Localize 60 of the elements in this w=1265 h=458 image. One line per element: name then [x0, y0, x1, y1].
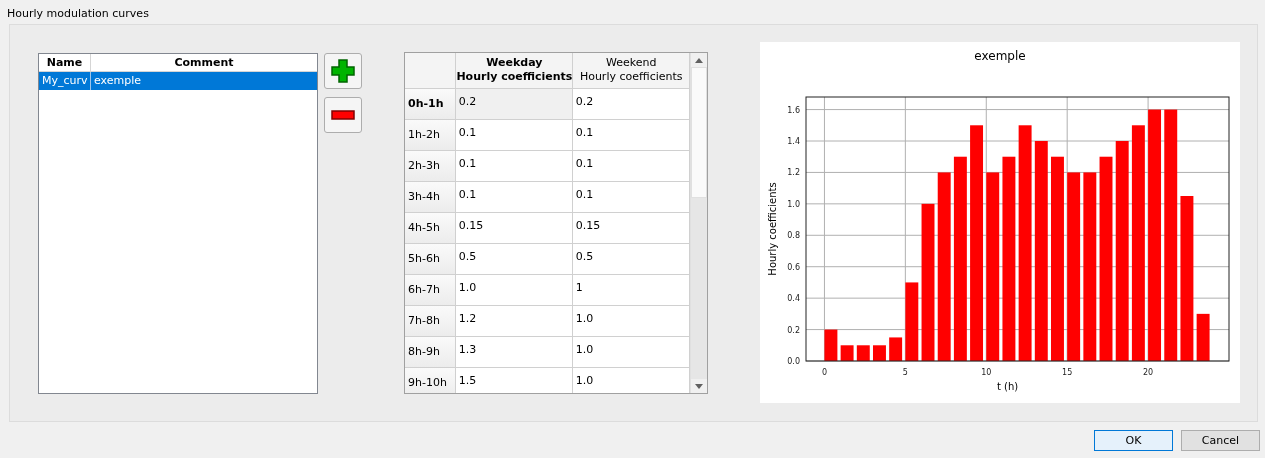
- table-cell[interactable]: 0.1: [455, 120, 573, 150]
- y-tick-label: 1.4: [787, 137, 800, 146]
- y-tick-label: 0.0: [787, 357, 800, 366]
- table-cell[interactable]: 0.15: [455, 213, 573, 243]
- y-tick-label: 0.2: [787, 325, 800, 335]
- chart-bar: [840, 345, 854, 361]
- column-header[interactable]: Name: [39, 54, 91, 71]
- x-tick-label: 20: [1143, 368, 1154, 377]
- y-tick-label: 0.4: [787, 294, 800, 304]
- ok-button[interactable]: OK: [1094, 430, 1173, 451]
- row-header[interactable]: 7h-8h: [405, 306, 456, 336]
- chart-bar: [856, 345, 870, 361]
- row-header[interactable]: 0h-1h: [405, 89, 456, 119]
- scrollbar-thumb[interactable]: [691, 67, 707, 198]
- chart-title: exemple: [974, 49, 1026, 63]
- x-tick-label: 0: [821, 368, 827, 377]
- remove-button[interactable]: [324, 97, 362, 133]
- chart-bar: [824, 329, 838, 361]
- plus-icon: [331, 59, 355, 83]
- y-axis-label: Hourly coefficients: [767, 182, 778, 276]
- table-cell-text: exemple: [93, 73, 143, 89]
- table-cell[interactable]: 1.3: [455, 337, 573, 367]
- cancel-button[interactable]: Cancel: [1181, 430, 1260, 451]
- row-header[interactable]: 6h-7h: [405, 275, 456, 305]
- curve-row[interactable]: My_curv exemple: [39, 72, 317, 90]
- scroll-down-icon[interactable]: [691, 379, 707, 393]
- y-tick-label: 0.6: [787, 262, 800, 272]
- table-cell[interactable]: 1.5: [455, 368, 573, 393]
- x-axis-label: t (h): [996, 381, 1019, 392]
- table-cell[interactable]: 1.0: [455, 275, 573, 305]
- row-header[interactable]: 9h-10h: [405, 368, 456, 393]
- window-title: Hourly modulation curves: [6, 6, 150, 21]
- row-header[interactable]: 3h-4h: [405, 182, 456, 212]
- table-cell[interactable]: 0.2: [455, 89, 573, 119]
- row-header[interactable]: 8h-9h: [405, 337, 456, 367]
- table-cell[interactable]: 0.5: [455, 244, 573, 274]
- table-cell[interactable]: 0.1: [455, 151, 573, 181]
- scroll-up-icon[interactable]: [691, 53, 707, 67]
- add-button[interactable]: [324, 53, 362, 89]
- chart-bar: [873, 345, 886, 361]
- column-header[interactable]: Weekday Hourly coefficients: [456, 53, 574, 88]
- table-cell: My_curv: [39, 72, 91, 90]
- row-header[interactable]: 5h-6h: [405, 244, 456, 274]
- row-header[interactable]: 1h-2h: [405, 120, 456, 150]
- x-tick-label: 15: [1062, 368, 1073, 377]
- y-tick-label: 1.2: [787, 168, 800, 178]
- y-tick-label: 1.0: [787, 199, 800, 209]
- scrollbar[interactable]: [690, 53, 707, 393]
- y-tick-label: 1.6: [787, 105, 800, 115]
- table-cell[interactable]: 0.1: [455, 182, 573, 212]
- table-cell[interactable]: 1.2: [455, 306, 573, 336]
- minus-icon: [331, 110, 355, 120]
- x-tick-label: 10: [981, 368, 992, 377]
- x-tick-label: 5: [902, 368, 908, 377]
- chart-bar: [1196, 313, 1210, 361]
- row-header[interactable]: 4h-5h: [405, 213, 456, 243]
- column-header[interactable]: Comment: [91, 54, 317, 71]
- chart-bar: [889, 337, 903, 361]
- row-header[interactable]: 2h-3h: [405, 151, 456, 181]
- y-tick-label: 0.8: [787, 231, 800, 241]
